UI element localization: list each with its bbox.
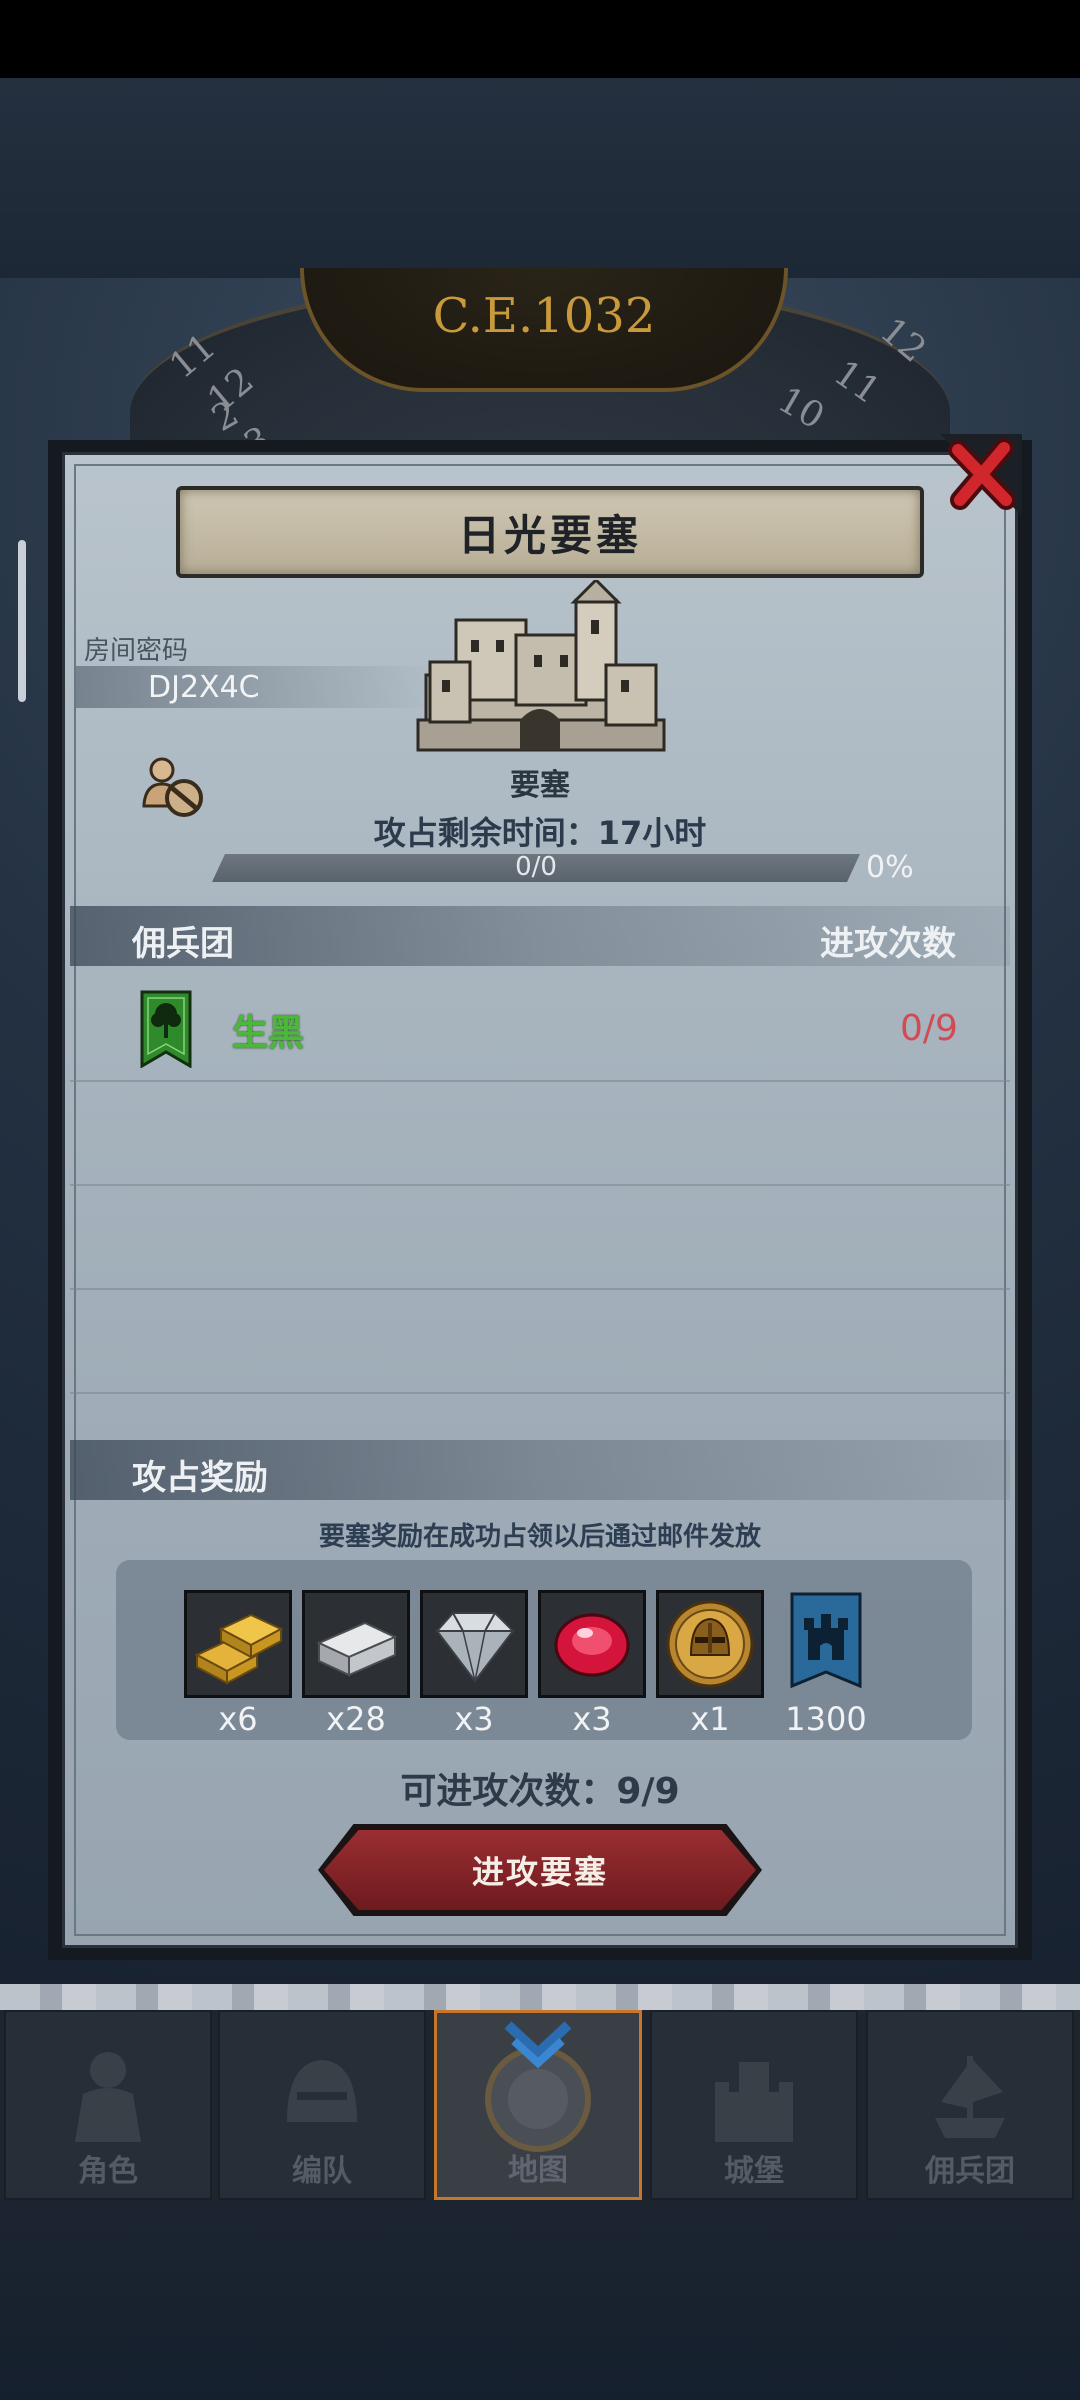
bottom-background: [0, 2200, 1080, 2400]
snow-edge: [0, 1984, 1080, 2010]
nav-item-map[interactable]: 地图: [434, 2010, 642, 2200]
castle-icon: [715, 2062, 793, 2142]
reward-quantity: x3: [454, 1700, 494, 1738]
reward-slot[interactable]: [420, 1590, 528, 1698]
ship-icon: [935, 2056, 1005, 2138]
mercenary-name: 生黑: [232, 1013, 305, 1054]
iron-bar-icon: [316, 1621, 398, 1677]
mercenary-row[interactable]: [70, 976, 1010, 1082]
mercenary-header-label: 佣兵团: [132, 924, 234, 964]
knight-icon: [75, 2052, 141, 2142]
reward-quantity: x1: [690, 1700, 730, 1738]
tree-banner-icon: [140, 990, 192, 1069]
reward-note: 要塞奖励在成功占领以后通过邮件发放: [318, 1522, 761, 1552]
status-bar: [0, 0, 1080, 78]
dialog-title: 日光要塞: [457, 510, 642, 560]
reward-quantity: x28: [326, 1700, 386, 1738]
title-banner: 日光要塞: [176, 486, 924, 578]
reward-slot[interactable]: [538, 1590, 646, 1698]
reward-header-label: 攻占奖励: [132, 1458, 268, 1498]
attack-fortress-button[interactable]: 进攻要塞: [324, 1830, 756, 1910]
attack-count-header-label: 进攻次数: [820, 924, 956, 964]
nav-item-formation[interactable]: 编队: [218, 2010, 426, 2200]
mercenary-attack-count: 0/9: [900, 1008, 958, 1049]
mercenary-row-empty: [70, 1288, 1010, 1394]
reward-quantity: x3: [572, 1700, 612, 1738]
reward-slot[interactable]: [184, 1590, 292, 1698]
dial-number: 11: [826, 352, 888, 413]
remaining-attempts: 可进攻次数：9/9: [400, 1771, 680, 1812]
knight-helmet-medal-icon: [666, 1600, 754, 1688]
nav-item-castle[interactable]: 城堡: [650, 2010, 858, 2200]
mercenary-row-empty: [70, 1184, 1010, 1290]
era-label: C.E.1032: [300, 268, 788, 392]
reward-slot[interactable]: [786, 1590, 866, 1698]
ruby-icon: [554, 1613, 630, 1677]
background-top: [0, 78, 1080, 278]
reward-slot[interactable]: [302, 1590, 410, 1698]
gold-bars-icon: [194, 1613, 284, 1685]
reward-quantity: x6: [218, 1700, 258, 1738]
attack-fortress-label: 进攻要塞: [471, 1853, 608, 1891]
castle-banner-icon: [790, 1592, 862, 1689]
reward-slot[interactable]: [656, 1590, 764, 1698]
nav-label: 城堡: [724, 2154, 784, 2189]
nav-label: 佣兵团: [925, 2154, 1015, 2189]
dial-number: 10: [770, 379, 831, 438]
no-player-icon[interactable]: [138, 750, 210, 822]
nav-item-character[interactable]: 角色: [4, 2010, 212, 2200]
nav-item-mercenary[interactable]: 佣兵团: [866, 2010, 1074, 2200]
compass-icon: [485, 2021, 591, 2152]
nav-label: 角色: [78, 2154, 138, 2189]
helmet-icon: [287, 2060, 357, 2122]
mercenary-row-empty: [70, 1080, 1010, 1186]
close-button[interactable]: [940, 434, 1022, 516]
room-code[interactable]: DJ2X4C: [148, 670, 260, 705]
close-icon: [940, 434, 1022, 516]
reward-quantity: 1300: [785, 1700, 867, 1738]
room-password-label: 房间密码: [84, 636, 189, 666]
capture-progress-percent: 0%: [866, 850, 914, 885]
fortress-image: [416, 577, 666, 755]
nav-label: 地图: [508, 2153, 568, 2188]
diamond-icon: [434, 1612, 516, 1683]
side-scroll-handle[interactable]: [18, 540, 26, 702]
nav-label: 编队: [292, 2154, 352, 2189]
capture-progress-text: 0/0: [515, 852, 557, 882]
capture-time-remaining: 攻占剩余时间：17小时: [373, 814, 707, 852]
fortress-type-label: 要塞: [510, 768, 570, 803]
